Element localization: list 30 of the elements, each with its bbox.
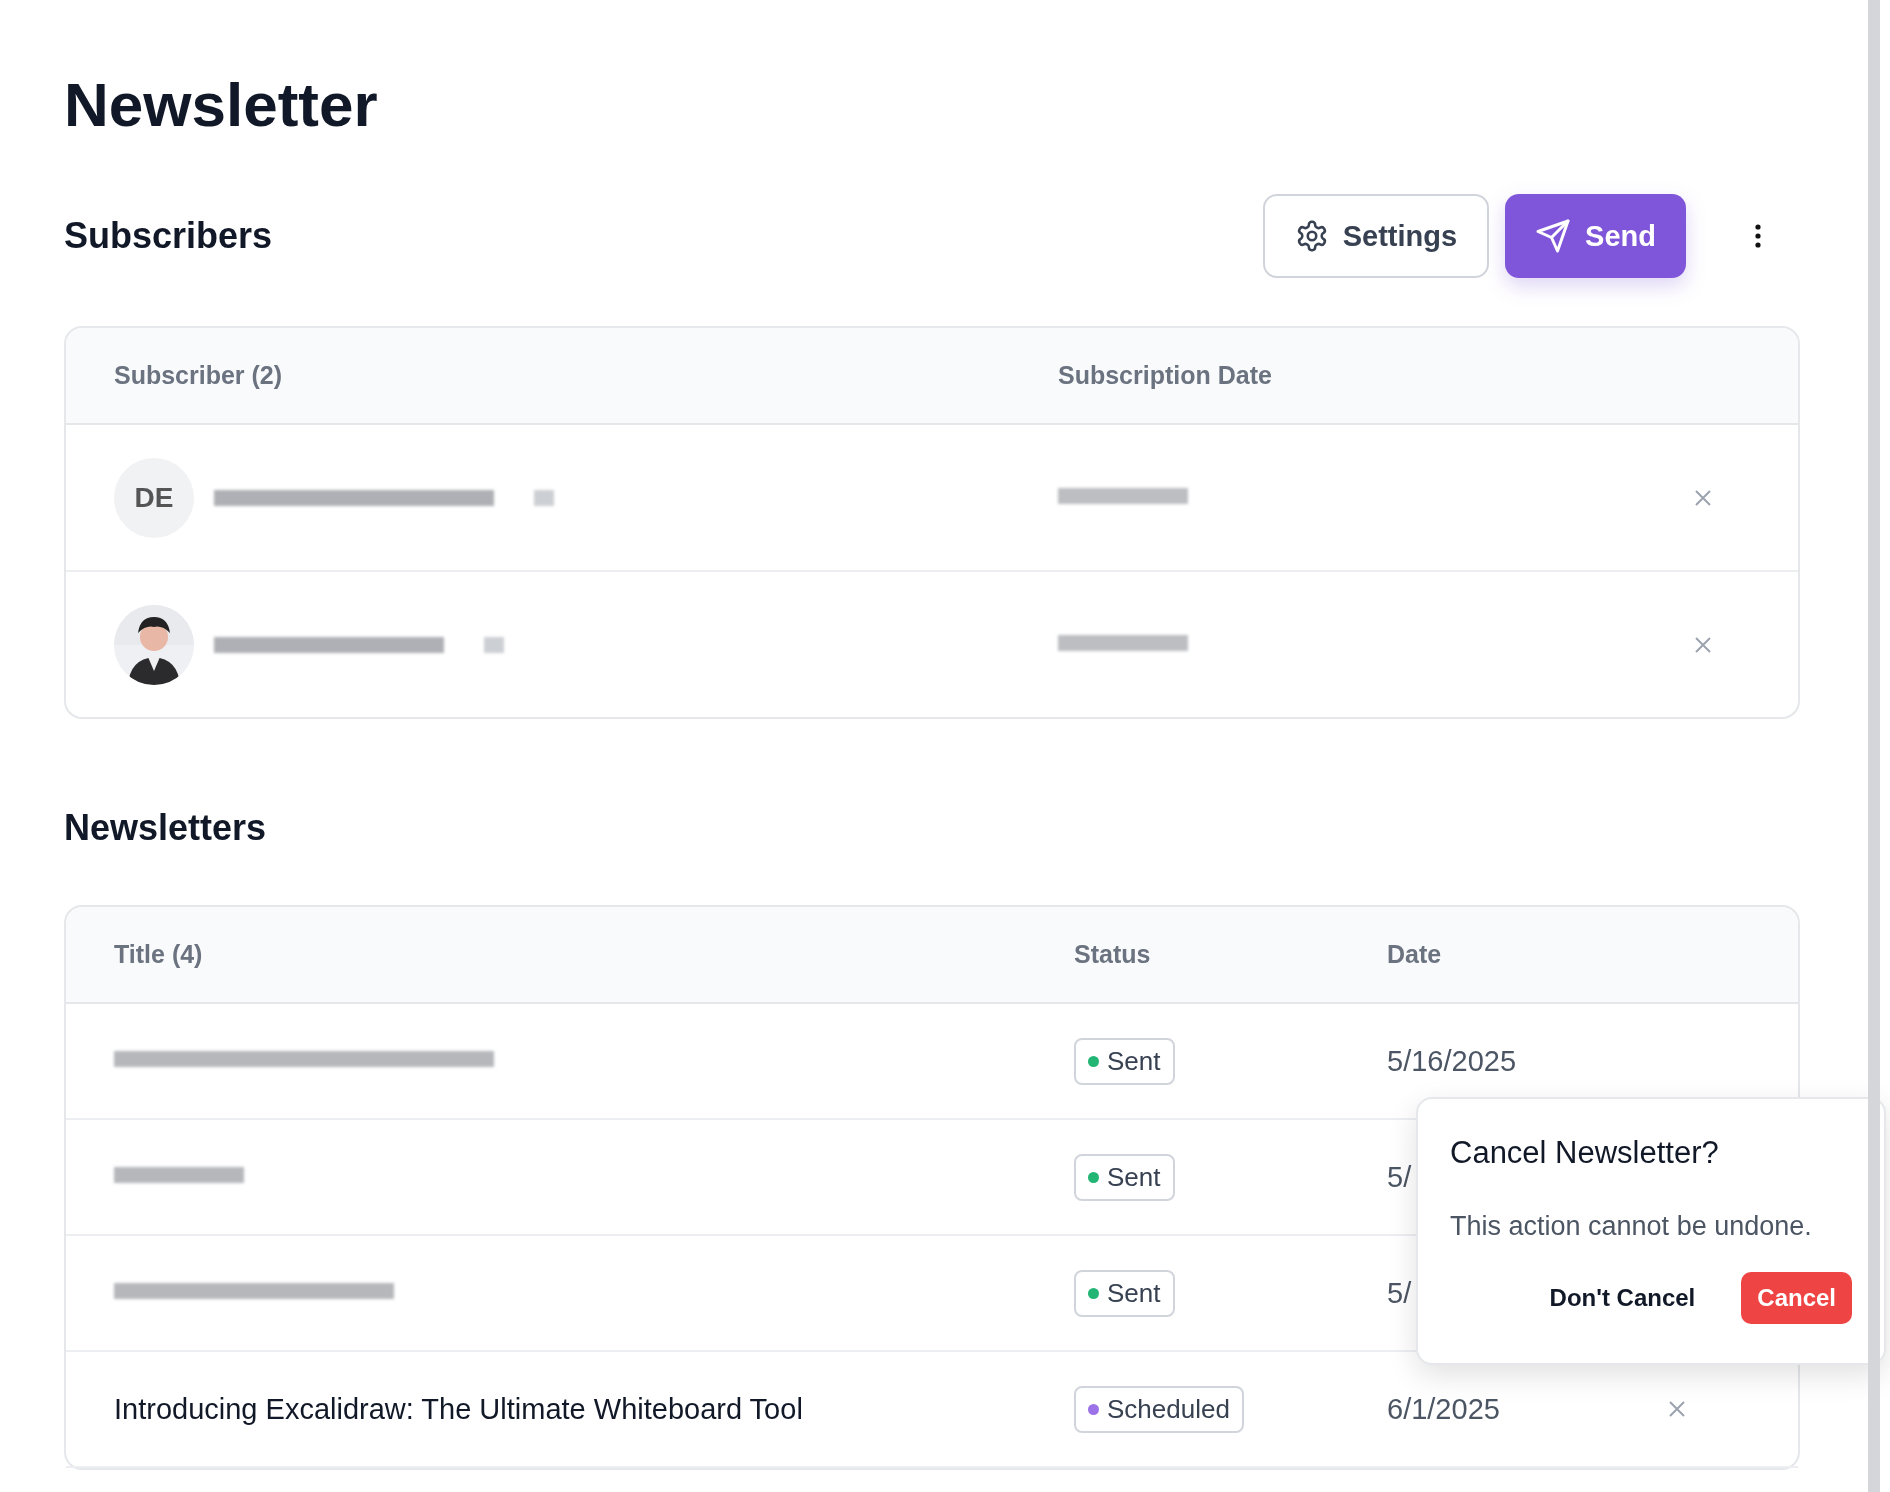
popover-title: Cancel Newsletter? bbox=[1450, 1135, 1720, 1172]
status-label: Sent bbox=[1107, 1045, 1161, 1077]
section-heading: Newsletters bbox=[64, 807, 268, 850]
paper-plane-icon bbox=[1535, 218, 1572, 255]
status-label: Scheduled bbox=[1107, 1393, 1230, 1425]
newsletter-date: 5/ bbox=[1387, 1276, 1412, 1310]
avatar: DE bbox=[114, 457, 194, 538]
newsletter-date: 5/16/2025 bbox=[1387, 1044, 1516, 1078]
column-header: Subscription Date bbox=[1058, 361, 1273, 391]
settings-button[interactable]: Settings bbox=[1262, 194, 1490, 279]
section-heading: Subscribers bbox=[64, 215, 273, 258]
column-header: Status bbox=[1074, 940, 1152, 970]
popover-message: This action cannot be undone. bbox=[1450, 1211, 1813, 1243]
send-button[interactable]: Send bbox=[1505, 194, 1686, 279]
column-header: Title (4) bbox=[114, 940, 204, 970]
page-title: Newsletter bbox=[64, 69, 379, 141]
close-icon bbox=[1694, 488, 1712, 507]
newsletter-date: 6/1/2025 bbox=[1387, 1392, 1500, 1426]
cancel-button[interactable]: Cancel bbox=[1741, 1272, 1852, 1325]
status-label: Sent bbox=[1107, 1277, 1161, 1309]
column-header: Subscriber (2) bbox=[114, 361, 284, 391]
dont-cancel-button[interactable]: Don't Cancel bbox=[1533, 1272, 1712, 1325]
column-header: Date bbox=[1387, 940, 1443, 970]
scrollbar[interactable] bbox=[1868, 0, 1880, 1492]
newsletter-title: Introducing Excalidraw: The Ultimate Whiteboard Tool bbox=[114, 1392, 803, 1425]
newsletter-date: 5/ bbox=[1387, 1160, 1412, 1194]
status-label: Sent bbox=[1107, 1161, 1161, 1193]
close-icon bbox=[1694, 635, 1712, 654]
more-icon bbox=[1754, 223, 1762, 250]
close-icon bbox=[1668, 1400, 1686, 1419]
